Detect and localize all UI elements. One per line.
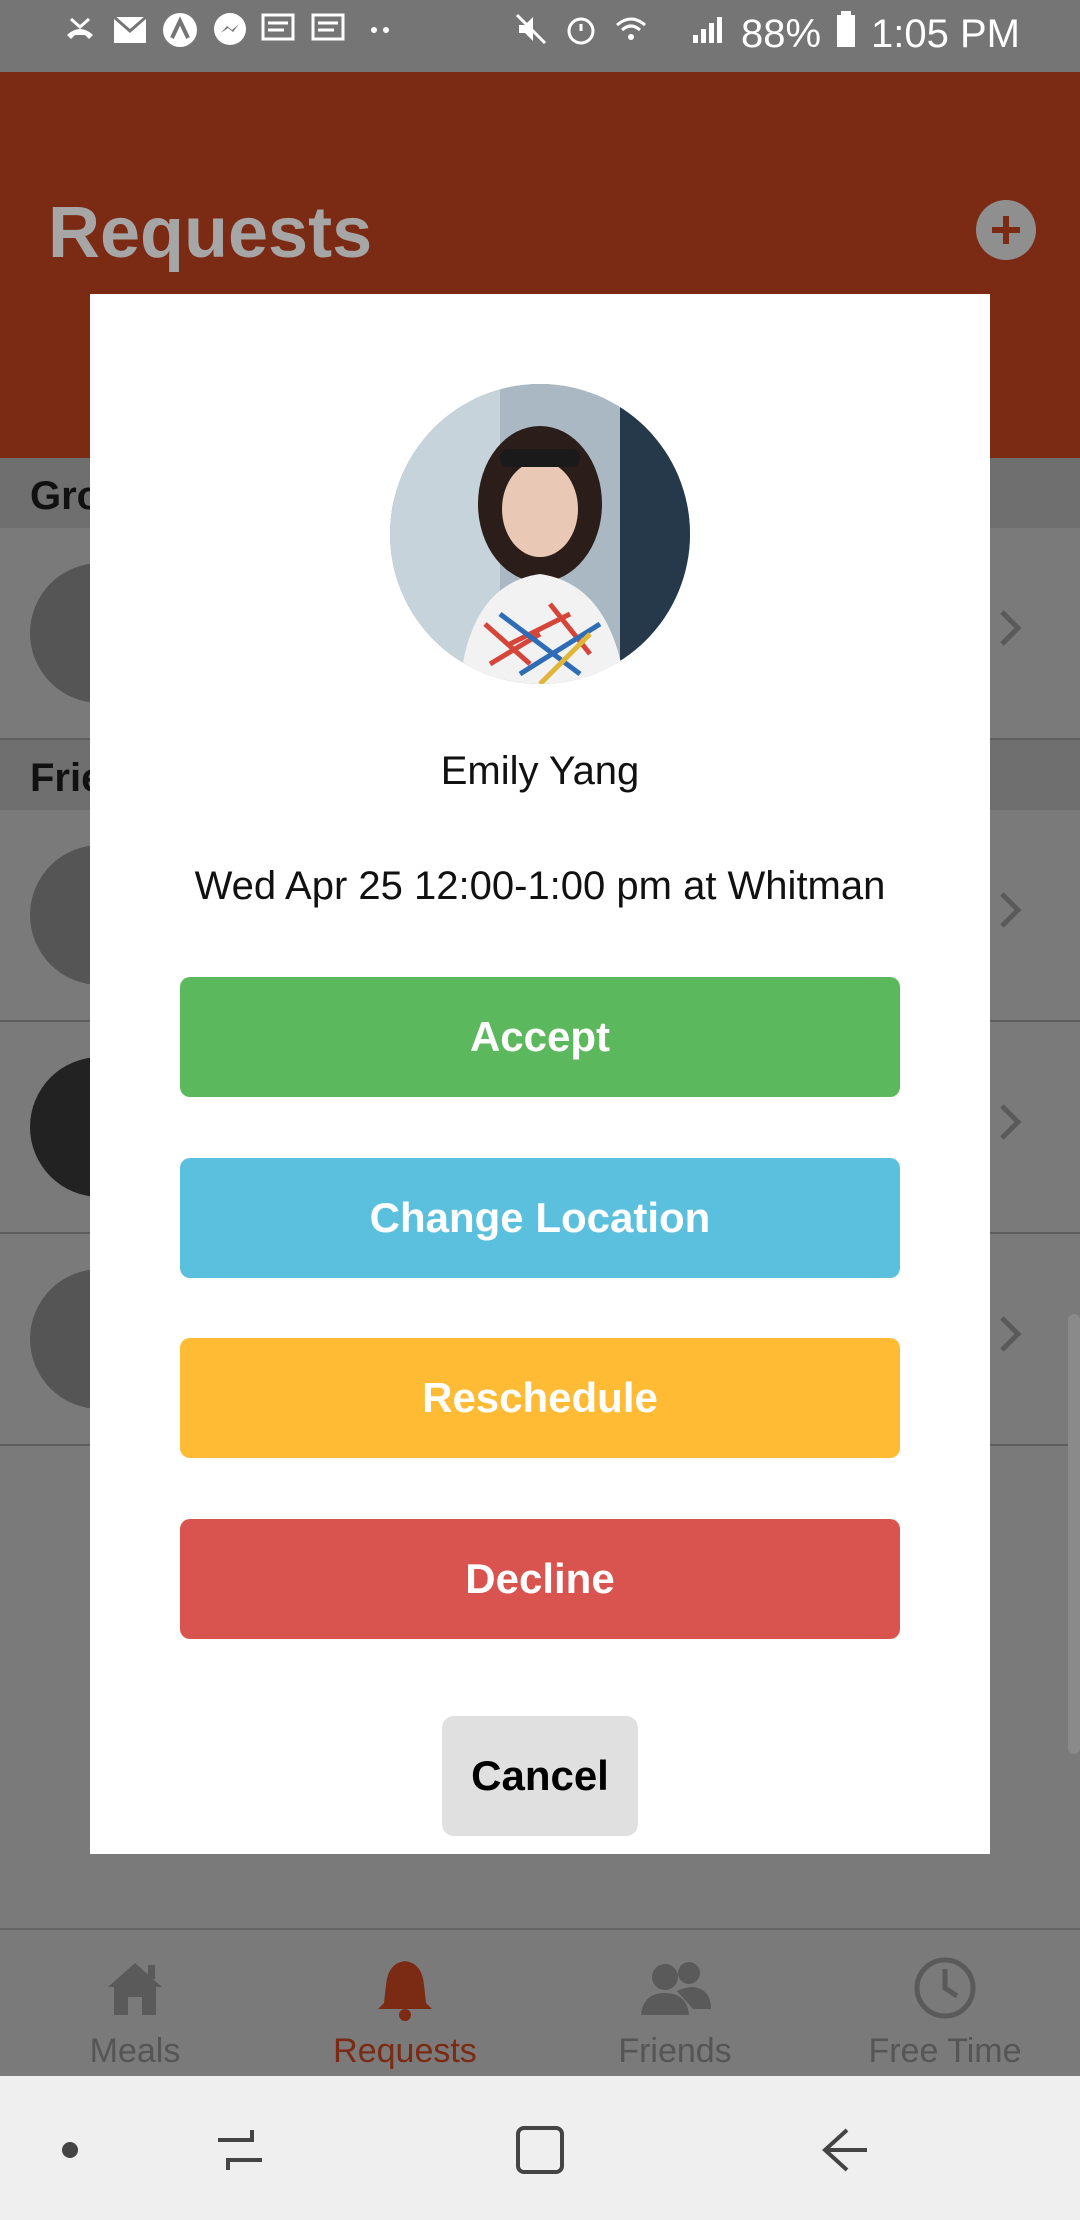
notification-icons: [60, 10, 400, 50]
messenger-icon: [210, 10, 250, 50]
page-title: Requests: [48, 193, 373, 273]
decline-button[interactable]: Decline: [180, 1519, 900, 1639]
system-nav-bar: [0, 2076, 1080, 2220]
more-notifications-icon: [360, 10, 400, 50]
battery-icon: [835, 10, 857, 58]
bell-icon: [270, 1948, 540, 2028]
tab-label: Requests: [333, 2032, 477, 2070]
chevron-right-icon: [1000, 1316, 1022, 1352]
request-dialog: Emily Yang Wed Apr 25 12:00-1:00 pm at W…: [90, 294, 990, 1854]
alarm-icon: [563, 11, 599, 57]
home-icon: [0, 1948, 270, 2028]
meal-details: Wed Apr 25 12:00-1:00 pm at Whitman: [194, 864, 886, 908]
mail-icon: [110, 10, 150, 50]
message-icon-2: [310, 10, 350, 50]
app-icon: [160, 10, 200, 50]
chevron-right-icon: [1000, 1104, 1022, 1140]
chevron-right-icon: [1000, 610, 1022, 646]
scrollbar[interactable]: [1068, 1314, 1080, 1754]
plus-icon: [992, 216, 1020, 244]
wifi-icon: [613, 11, 649, 57]
tab-label: Meals: [89, 2032, 181, 2070]
chevron-right-icon: [1000, 892, 1022, 928]
system-status: 88% 1:05 PM: [513, 10, 1020, 58]
clock-time: 1:05 PM: [871, 11, 1020, 56]
mute-icon: [513, 11, 549, 57]
tab-requests[interactable]: Requests: [270, 1948, 540, 2071]
add-button[interactable]: [976, 200, 1036, 260]
message-icon: [260, 10, 300, 50]
status-bar: 88% 1:05 PM: [0, 0, 1080, 72]
signal-icon: [663, 11, 727, 57]
recent-apps-icon[interactable]: [210, 2120, 270, 2180]
reschedule-button[interactable]: Reschedule: [180, 1338, 900, 1458]
requester-name: Emily Yang: [440, 749, 640, 793]
profile-photo: [390, 384, 690, 684]
tab-label: Friends: [618, 2032, 732, 2070]
missed-call-icon: [60, 10, 100, 50]
clock-icon: [810, 1948, 1080, 2028]
cancel-button[interactable]: Cancel: [442, 1716, 638, 1836]
back-icon[interactable]: [815, 2120, 875, 2180]
friends-icon: [540, 1948, 810, 2028]
battery-percent: 88%: [740, 11, 822, 56]
tab-friends[interactable]: Friends: [540, 1948, 810, 2071]
accept-button[interactable]: Accept: [180, 977, 900, 1097]
tab-label: Free Time: [868, 2032, 1022, 2070]
bottom-tab-bar: Meals Requests Friends Free Time: [0, 1928, 1080, 2078]
tab-meals[interactable]: Meals: [0, 1948, 270, 2071]
dot-icon[interactable]: [40, 2120, 100, 2180]
home-button-icon[interactable]: [510, 2120, 570, 2180]
tab-free-time[interactable]: Free Time: [810, 1948, 1080, 2071]
change-location-button[interactable]: Change Location: [180, 1158, 900, 1278]
